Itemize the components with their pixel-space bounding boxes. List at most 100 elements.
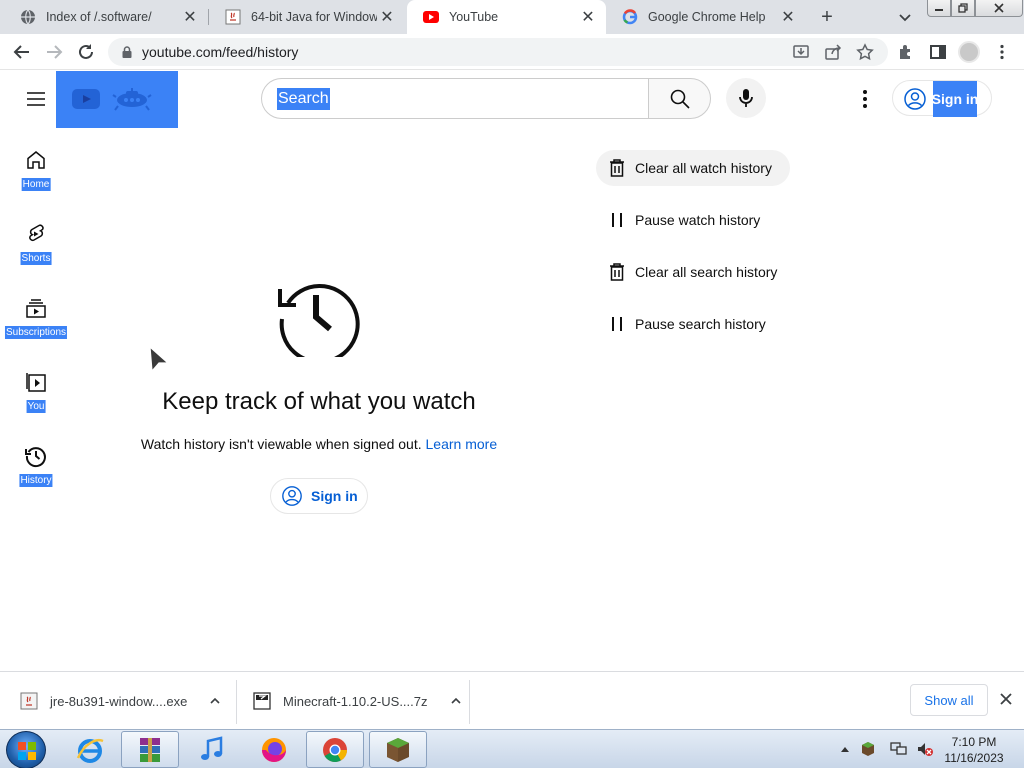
new-tab-button[interactable]: + bbox=[814, 5, 840, 29]
arrow-left-icon bbox=[13, 45, 29, 59]
screen: Index of /.software/ ✕ 64-bit Java for W… bbox=[0, 0, 1024, 768]
chevron-up-icon[interactable] bbox=[207, 693, 223, 709]
reload-button[interactable] bbox=[74, 40, 98, 64]
pause-search-history-button[interactable]: Pause search history bbox=[596, 306, 790, 342]
voice-search-button[interactable] bbox=[726, 78, 766, 118]
youtube-logo[interactable] bbox=[56, 71, 178, 128]
tab-index-software[interactable]: Index of /.software/ ✕ bbox=[4, 0, 208, 34]
close-icon[interactable]: ✕ bbox=[778, 7, 798, 27]
tab-youtube[interactable]: YouTube ✕ bbox=[407, 0, 606, 34]
system-clock[interactable]: 7:10 PM 11/16/2023 bbox=[934, 734, 1014, 766]
action-label: Clear all search history bbox=[635, 264, 778, 280]
back-button[interactable] bbox=[10, 40, 34, 64]
download-file-name: Minecraft-1.10.2-US....7z bbox=[283, 693, 428, 709]
trash-icon bbox=[608, 263, 626, 281]
kebab-menu-icon bbox=[863, 90, 867, 108]
side-panel-button[interactable] bbox=[926, 40, 950, 64]
subscriptions-icon bbox=[26, 299, 46, 318]
search-input[interactable]: Search bbox=[261, 78, 649, 119]
chrome-icon bbox=[323, 737, 347, 762]
empty-state-text: Watch history isn't viewable when signed… bbox=[140, 436, 422, 452]
reload-icon bbox=[79, 44, 93, 59]
learn-more-link[interactable]: Learn more bbox=[426, 436, 498, 452]
minecraft-block-icon bbox=[387, 737, 409, 762]
sidebar-item-subscriptions[interactable]: Subscriptions bbox=[0, 296, 72, 356]
download-item-minecraft[interactable]: Minecraft-1.10.2-US....7z bbox=[253, 672, 464, 730]
settings-menu-button[interactable] bbox=[853, 87, 877, 111]
sidebar-item-label: You bbox=[26, 400, 46, 413]
share-icon[interactable] bbox=[823, 42, 843, 62]
shorts-icon bbox=[29, 224, 44, 242]
pause-icon bbox=[608, 211, 626, 229]
close-icon bbox=[1000, 693, 1012, 705]
clear-search-history-button[interactable]: Clear all search history bbox=[596, 254, 790, 290]
start-button[interactable] bbox=[6, 731, 46, 768]
install-app-icon[interactable] bbox=[791, 42, 811, 62]
pause-watch-history-button[interactable]: Pause watch history bbox=[596, 202, 790, 238]
sidebar-item-home[interactable]: Home bbox=[0, 148, 72, 208]
archive-file-icon bbox=[253, 692, 271, 710]
pause-icon bbox=[608, 315, 626, 333]
taskbar-itunes[interactable] bbox=[183, 731, 241, 768]
sign-in-label: Sign in bbox=[932, 81, 978, 117]
close-icon bbox=[994, 3, 1004, 13]
clear-watch-history-button[interactable]: Clear all watch history bbox=[596, 150, 790, 186]
chevron-up-icon[interactable] bbox=[448, 693, 464, 709]
show-hidden-icons-icon bbox=[841, 747, 849, 752]
windows-taskbar: 7:10 PM 11/16/2023 bbox=[0, 729, 1024, 768]
download-shelf: jre-8u391-window....exe Minecraft-1.10.2… bbox=[0, 671, 1024, 729]
history-icon bbox=[25, 447, 46, 468]
winrar-icon bbox=[140, 737, 160, 762]
search-button[interactable] bbox=[648, 78, 711, 119]
sign-in-button[interactable]: Sign in bbox=[892, 80, 992, 117]
close-icon[interactable]: ✕ bbox=[377, 7, 397, 27]
minimize-button[interactable] bbox=[927, 0, 951, 17]
restore-icon bbox=[958, 3, 968, 13]
show-all-downloads-button[interactable]: Show all bbox=[910, 684, 988, 716]
mouse-cursor-icon bbox=[149, 345, 170, 373]
side-panel-icon bbox=[930, 45, 946, 59]
guide-menu-button[interactable] bbox=[24, 87, 48, 111]
clock-date: 11/16/2023 bbox=[944, 751, 1004, 765]
close-icon[interactable]: ✕ bbox=[578, 7, 598, 27]
sidebar-item-shorts[interactable]: Shorts bbox=[0, 222, 72, 282]
sidebar-item-history[interactable]: History bbox=[0, 444, 72, 504]
sidebar-item-you[interactable]: You bbox=[0, 370, 72, 430]
sidebar-item-label: Home bbox=[21, 178, 51, 191]
action-label: Pause search history bbox=[635, 316, 766, 332]
network-icon bbox=[890, 742, 907, 755]
close-window-button[interactable] bbox=[975, 0, 1023, 17]
empty-state-sign-in-button[interactable]: Sign in bbox=[270, 478, 368, 514]
tab-chrome-help[interactable]: Google Chrome Help ✕ bbox=[606, 0, 806, 34]
puzzle-icon bbox=[900, 45, 910, 59]
download-file-name: jre-8u391-window....exe bbox=[50, 693, 188, 709]
history-icon bbox=[278, 284, 360, 357]
taskbar-internet-explorer[interactable] bbox=[61, 731, 119, 768]
download-item-jre[interactable]: jre-8u391-window....exe bbox=[20, 672, 223, 730]
close-download-shelf-button[interactable] bbox=[996, 689, 1016, 709]
taskbar-winrar[interactable] bbox=[121, 731, 179, 768]
taskbar-firefox[interactable] bbox=[245, 731, 303, 768]
action-label: Clear all watch history bbox=[635, 160, 772, 176]
url-text: youtube.com/feed/history bbox=[142, 44, 299, 60]
taskbar-chrome[interactable] bbox=[306, 731, 364, 768]
restore-button[interactable] bbox=[951, 0, 975, 17]
close-icon[interactable]: ✕ bbox=[180, 7, 200, 27]
taskbar-minecraft[interactable] bbox=[369, 731, 427, 768]
empty-state-message: Watch history isn't viewable when signed… bbox=[100, 436, 538, 452]
tab-search-button[interactable] bbox=[893, 6, 917, 28]
music-note-icon bbox=[201, 735, 223, 760]
volume-muted-icon bbox=[918, 743, 933, 756]
extensions-button[interactable] bbox=[894, 40, 918, 64]
forward-button[interactable] bbox=[42, 40, 66, 64]
browser-menu-button[interactable] bbox=[990, 40, 1014, 64]
tab-title: Google Chrome Help bbox=[648, 10, 766, 24]
profile-avatar[interactable] bbox=[958, 41, 980, 63]
star-icon[interactable] bbox=[855, 42, 875, 62]
tab-java[interactable]: 64-bit Java for Windows ✕ bbox=[209, 0, 405, 34]
home-icon bbox=[27, 151, 45, 169]
address-bar[interactable]: youtube.com/feed/history bbox=[108, 38, 888, 66]
sidebar-item-label: Subscriptions bbox=[4, 326, 68, 339]
sidebar-item-label: Shorts bbox=[20, 252, 52, 265]
tab-title: Index of /.software/ bbox=[46, 10, 152, 24]
